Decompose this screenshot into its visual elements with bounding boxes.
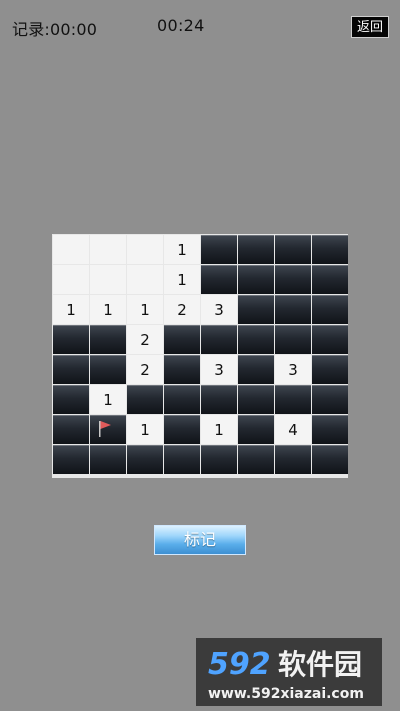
hidden-cell[interactable] <box>127 385 163 414</box>
hidden-cell[interactable] <box>312 355 348 384</box>
revealed-number-cell[interactable]: 3 <box>275 355 311 384</box>
hidden-cell[interactable] <box>312 385 348 414</box>
hidden-cell[interactable] <box>201 445 237 474</box>
watermark-logo: 592 软件园 www.592xiazai.com <box>196 638 382 706</box>
watermark-brand: 软件园 <box>278 648 362 681</box>
hidden-cell[interactable] <box>238 265 274 294</box>
mark-button[interactable]: 标记 <box>154 525 246 555</box>
cell-number: 1 <box>103 390 113 409</box>
flag-icon <box>99 421 111 437</box>
revealed-empty-cell[interactable] <box>90 265 126 294</box>
cell-number: 1 <box>177 240 187 259</box>
hidden-cell[interactable] <box>90 355 126 384</box>
revealed-number-cell[interactable]: 1 <box>127 295 163 324</box>
hidden-cell[interactable] <box>238 355 274 384</box>
revealed-empty-cell[interactable] <box>127 235 163 264</box>
cell-number: 3 <box>214 300 224 319</box>
hidden-cell[interactable] <box>201 265 237 294</box>
hidden-cell[interactable] <box>127 445 163 474</box>
record-label: 记录:00:00 <box>12 20 98 39</box>
revealed-number-cell[interactable]: 3 <box>201 295 237 324</box>
hidden-cell[interactable] <box>275 265 311 294</box>
hidden-cell[interactable] <box>312 445 348 474</box>
revealed-number-cell[interactable]: 1 <box>90 295 126 324</box>
minesweeper-board: 1 1 1 1 1 2 3 2 2 3 3 1 1 1 4 <box>52 234 348 478</box>
hidden-cell[interactable] <box>275 235 311 264</box>
cell-number: 1 <box>66 300 76 319</box>
hidden-cell[interactable] <box>312 265 348 294</box>
hidden-cell[interactable] <box>90 445 126 474</box>
hidden-cell[interactable] <box>238 235 274 264</box>
cell-number: 1 <box>214 420 224 439</box>
cell-number: 1 <box>103 300 113 319</box>
revealed-number-cell[interactable]: 4 <box>275 415 311 444</box>
hidden-cell[interactable] <box>238 325 274 354</box>
hidden-cell[interactable] <box>238 295 274 324</box>
cell-number: 1 <box>140 300 150 319</box>
watermark-url: www.592xiazai.com <box>208 686 364 702</box>
hidden-cell[interactable] <box>53 355 89 384</box>
revealed-number-cell[interactable]: 1 <box>164 235 200 264</box>
cell-number: 2 <box>140 360 150 379</box>
hidden-cell[interactable] <box>275 445 311 474</box>
hidden-cell[interactable] <box>238 385 274 414</box>
hidden-cell[interactable] <box>275 385 311 414</box>
hidden-cell[interactable] <box>53 325 89 354</box>
revealed-number-cell[interactable]: 3 <box>201 355 237 384</box>
hidden-cell[interactable] <box>201 325 237 354</box>
hidden-cell[interactable] <box>312 235 348 264</box>
hidden-cell[interactable] <box>90 325 126 354</box>
revealed-number-cell[interactable]: 1 <box>127 415 163 444</box>
revealed-empty-cell[interactable] <box>90 235 126 264</box>
hidden-cell[interactable] <box>164 355 200 384</box>
hidden-cell[interactable] <box>53 445 89 474</box>
revealed-number-cell[interactable]: 1 <box>90 385 126 414</box>
hidden-cell[interactable] <box>53 415 89 444</box>
revealed-empty-cell[interactable] <box>53 235 89 264</box>
cell-number: 1 <box>177 270 187 289</box>
revealed-number-cell[interactable]: 2 <box>164 295 200 324</box>
hidden-cell[interactable] <box>275 295 311 324</box>
revealed-number-cell[interactable]: 1 <box>164 265 200 294</box>
cell-number: 3 <box>214 360 224 379</box>
cell-number: 4 <box>288 420 298 439</box>
hidden-cell[interactable] <box>201 235 237 264</box>
hidden-cell[interactable] <box>164 415 200 444</box>
revealed-number-cell[interactable]: 1 <box>201 415 237 444</box>
cell-number: 2 <box>140 330 150 349</box>
top-bar: 记录:00:00 00:24 返回 <box>0 0 400 50</box>
revealed-number-cell[interactable]: 2 <box>127 355 163 384</box>
game-timer: 00:24 <box>157 16 205 35</box>
flagged-cell[interactable] <box>90 415 126 444</box>
hidden-cell[interactable] <box>164 445 200 474</box>
hidden-cell[interactable] <box>238 415 274 444</box>
hidden-cell[interactable] <box>312 295 348 324</box>
back-button[interactable]: 返回 <box>351 16 389 38</box>
revealed-empty-cell[interactable] <box>127 265 163 294</box>
hidden-cell[interactable] <box>312 325 348 354</box>
revealed-number-cell[interactable]: 2 <box>127 325 163 354</box>
revealed-number-cell[interactable]: 1 <box>53 295 89 324</box>
watermark-number: 592 <box>208 647 271 682</box>
cell-number: 2 <box>177 300 187 319</box>
hidden-cell[interactable] <box>201 385 237 414</box>
hidden-cell[interactable] <box>312 415 348 444</box>
cell-number: 1 <box>140 420 150 439</box>
hidden-cell[interactable] <box>53 385 89 414</box>
hidden-cell[interactable] <box>164 325 200 354</box>
cell-number: 3 <box>288 360 298 379</box>
revealed-empty-cell[interactable] <box>53 265 89 294</box>
hidden-cell[interactable] <box>238 445 274 474</box>
hidden-cell[interactable] <box>164 385 200 414</box>
hidden-cell[interactable] <box>275 325 311 354</box>
